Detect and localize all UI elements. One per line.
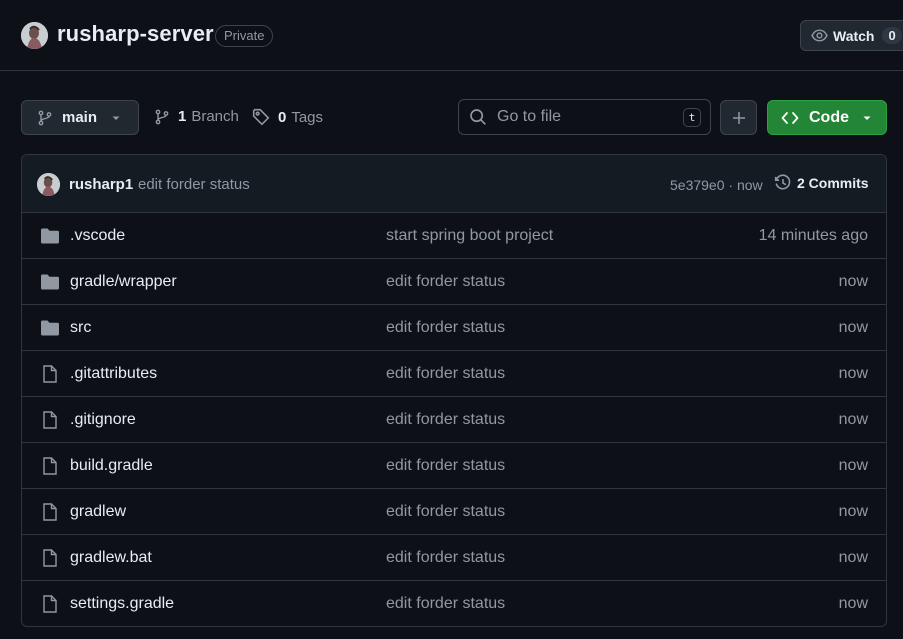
file-name[interactable]: .gitignore [70, 411, 136, 429]
folder-icon [40, 319, 60, 337]
file-commit-message[interactable]: edit forder status [386, 595, 505, 613]
tag-icon [252, 108, 270, 126]
code-icon [781, 110, 799, 126]
file-table: rusharp1 edit forder status 5e379e0 · no… [21, 154, 887, 627]
caret-down-icon [862, 113, 872, 123]
file-icon [40, 457, 60, 475]
branch-name: main [62, 109, 98, 126]
commits-count: 2 Commits [797, 175, 869, 191]
go-to-file-input[interactable] [495, 107, 669, 127]
file-name[interactable]: settings.gradle [70, 595, 174, 613]
file-commit-message[interactable]: edit forder status [386, 411, 505, 429]
commit-message[interactable]: edit forder status [138, 176, 250, 193]
visibility-badge: Private [215, 25, 274, 47]
file-row[interactable]: gradlew edit forder status now [22, 489, 886, 535]
file-name[interactable]: .gitattributes [70, 365, 157, 383]
repo-name[interactable]: rusharp-server [57, 21, 214, 47]
file-row[interactable]: settings.gradle edit forder status now [22, 581, 886, 626]
file-commit-date: now [838, 319, 868, 336]
git-branch-icon [37, 110, 53, 126]
history-icon [774, 174, 791, 190]
watch-button[interactable]: Watch 0 [800, 20, 903, 51]
file-name[interactable]: .vscode [70, 227, 125, 245]
file-icon [40, 549, 60, 567]
owner-avatar[interactable] [21, 22, 48, 49]
file-commit-message[interactable]: edit forder status [386, 319, 505, 337]
file-list: .vscode start spring boot project 14 min… [22, 213, 886, 626]
plus-icon [731, 110, 747, 126]
eye-icon [811, 27, 828, 44]
file-commit-date: now [838, 549, 868, 566]
search-icon [469, 108, 487, 126]
git-branch-icon [154, 109, 170, 125]
file-commit-date: now [838, 503, 868, 520]
file-name[interactable]: src [70, 319, 91, 337]
branch-count: 1 [178, 108, 187, 125]
code-button[interactable]: Code [767, 100, 887, 135]
file-row[interactable]: gradlew.bat edit forder status now [22, 535, 886, 581]
watch-label: Watch [833, 27, 875, 44]
file-icon [40, 503, 60, 521]
file-commit-message[interactable]: edit forder status [386, 365, 505, 383]
tags-link[interactable]: 0 Tags [252, 108, 323, 126]
tag-label: Tags [291, 108, 324, 126]
code-label: Code [809, 108, 849, 126]
file-commit-date: 14 minutes ago [758, 227, 868, 244]
file-name[interactable]: gradlew.bat [70, 549, 152, 567]
branch-label: Branch [191, 108, 239, 125]
commit-author-avatar[interactable] [37, 173, 60, 196]
folder-icon [40, 273, 60, 291]
file-commit-message[interactable]: edit forder status [386, 273, 505, 291]
file-icon [40, 365, 60, 383]
file-row[interactable]: gradle/wrapper edit forder status now [22, 259, 886, 305]
caret-down-icon [111, 113, 121, 123]
file-icon [40, 411, 60, 429]
commit-hash-time[interactable]: 5e379e0 · now [670, 177, 763, 193]
watch-count: 0 [882, 27, 902, 44]
file-commit-message[interactable]: edit forder status [386, 549, 505, 567]
repo-header: rusharp-server Private Watch 0 [0, 0, 903, 71]
file-name[interactable]: gradlew [70, 503, 126, 521]
go-to-file-box[interactable]: t [458, 99, 711, 135]
commits-history-link[interactable]: 2 Commits [774, 174, 869, 192]
branches-link[interactable]: 1 Branch [154, 108, 239, 125]
add-file-button[interactable] [720, 100, 757, 135]
file-row[interactable]: build.gradle edit forder status now [22, 443, 886, 489]
file-row[interactable]: .gitattributes edit forder status now [22, 351, 886, 397]
file-commit-date: now [838, 595, 868, 612]
file-row[interactable]: .vscode start spring boot project 14 min… [22, 213, 886, 259]
file-commit-date: now [838, 273, 868, 290]
shortcut-key: t [683, 108, 701, 127]
commit-author[interactable]: rusharp1 [69, 176, 133, 193]
branch-select-button[interactable]: main [21, 100, 139, 135]
file-commit-message[interactable]: edit forder status [386, 503, 505, 521]
latest-commit-bar: rusharp1 edit forder status 5e379e0 · no… [22, 155, 886, 213]
tag-count: 0 [278, 108, 287, 126]
file-commit-message[interactable]: edit forder status [386, 457, 505, 475]
file-row[interactable]: .gitignore edit forder status now [22, 397, 886, 443]
file-commit-date: now [838, 411, 868, 428]
file-name[interactable]: gradle/wrapper [70, 273, 177, 291]
file-icon [40, 595, 60, 613]
file-commit-message[interactable]: start spring boot project [386, 227, 553, 245]
file-name[interactable]: build.gradle [70, 457, 153, 475]
file-commit-date: now [838, 365, 868, 382]
file-row[interactable]: src edit forder status now [22, 305, 886, 351]
file-commit-date: now [838, 457, 868, 474]
folder-icon [40, 227, 60, 245]
